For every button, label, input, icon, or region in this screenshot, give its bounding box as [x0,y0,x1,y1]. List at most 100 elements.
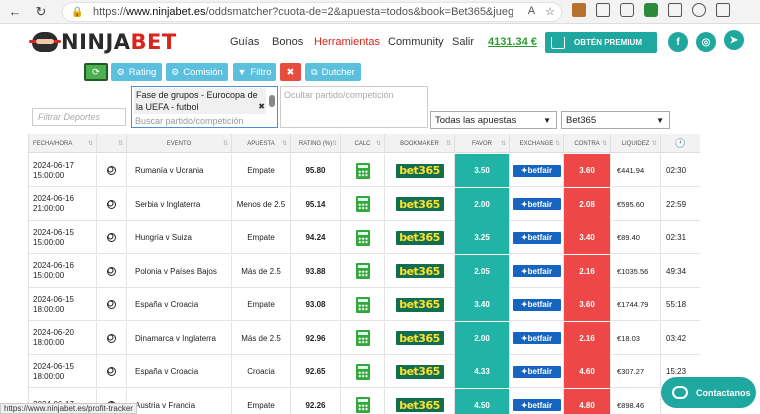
column-header-bookmaker[interactable]: Bookmaker ⇅ [385,134,455,153]
column-header-evento[interactable]: Evento ⇅ [127,134,232,153]
bet365-logo[interactable]: bet365 [395,163,444,178]
table-row[interactable]: 2024-06-20 18:00:00 Dinamarca v Inglater… [29,321,700,355]
menu-guias[interactable]: Guías [230,36,259,48]
betfair-logo[interactable]: ✦betfair [512,332,561,344]
table-row[interactable]: 2024-06-15 18:00:00 España v Croacia Cro… [29,355,700,388]
logo[interactable]: NINJABET [29,30,177,54]
cell-bookmaker: bet365 [385,355,455,388]
bet365-logo[interactable]: bet365 [395,264,444,278]
extensions-icon[interactable] [716,3,730,17]
betfair-logo[interactable]: ✦betfair [512,265,561,277]
bet365-logo[interactable]: bet365 [395,331,444,345]
cell-favor: 4.50 [455,388,510,414]
contact-button[interactable]: Contactanos [661,377,756,408]
table-row[interactable]: 2024-06-15 18:00:00 España v Croacia Emp… [29,288,700,321]
soccer-ball-icon [107,300,116,309]
instagram-icon[interactable]: ◎ [696,32,716,52]
cell-contra: 2.16 [564,321,611,355]
bet365-logo[interactable]: bet365 [395,297,444,312]
cell-apuesta: Croacia [232,355,291,388]
bet365-logo[interactable]: bet365 [395,364,444,379]
cell-exchange: ✦betfair [510,321,564,355]
table-row[interactable]: 2024-06-15 15:00:00 Hungría v Suiza Empa… [29,221,700,254]
hide-match-input[interactable]: Ocultar partido/competición [280,86,428,128]
calculator-icon[interactable] [355,196,370,212]
menu-herramientas[interactable]: Herramientas [314,36,380,48]
filtro-button[interactable]: ▼ Filtro [233,63,276,81]
back-icon[interactable]: ← [4,1,26,23]
column-header-exchange[interactable]: Exchange ⇅ [510,134,564,153]
scrollbar[interactable] [269,90,275,112]
cart-icon [551,36,565,49]
competition-multiselect[interactable]: Fase de grupos - Eurocopa de la UEFA - f… [131,86,278,128]
betfair-logo[interactable]: ✦betfair [512,365,561,378]
bet365-logo[interactable]: bet365 [395,197,444,211]
comision-button[interactable]: ⚙ Comisión [166,63,228,81]
close-icon: ✖ [286,66,295,78]
calculator-icon[interactable] [355,296,370,313]
bet365-logo[interactable]: bet365 [395,398,444,412]
bet365-logo[interactable]: bet365 [395,230,444,245]
column-header-calc[interactable]: Calc ⇅ [341,134,385,153]
betfair-logo[interactable]: ✦betfair [512,231,561,244]
menu-community[interactable]: Community [388,36,444,48]
tabs-icon[interactable] [668,3,682,17]
cell-tiempo: 02:30 [661,154,700,187]
betfair-logo[interactable]: ✦betfair [512,198,561,210]
cell-sport [97,187,127,221]
column-header-sport[interactable]: ⇅ [97,134,127,153]
clear-filters-button[interactable]: ✖ [280,63,301,81]
calculator-icon[interactable] [355,330,370,346]
premium-button[interactable]: OBTÉN PREMIUM [545,32,657,53]
column-header-liquidez[interactable]: Liquidez ⇅ [611,134,661,153]
column-header-contra[interactable]: Contra ⇅ [564,134,611,153]
competition-search-input[interactable]: Buscar partido/competición [135,116,244,126]
collections-icon[interactable] [620,3,634,17]
rating-button[interactable]: ⚙ Rating [111,63,162,81]
betfair-logo[interactable]: ✦betfair [512,164,561,177]
refresh-button[interactable]: ⟳ [84,63,108,81]
menu-salir[interactable]: Salir [452,36,474,48]
column-header-rating[interactable]: Rating (%) ⇅ [291,134,341,153]
column-header-favor[interactable]: Favor ⇅ [455,134,510,153]
table-row[interactable]: 2024-06-16 21:00:00 Serbia v Inglaterra … [29,187,700,221]
cell-tiempo: 22:59 [661,188,700,221]
remove-chip-icon[interactable]: ✖ [258,101,265,113]
extension-icon[interactable] [596,3,610,17]
cell-exchange: ✦betfair [510,254,564,288]
bet-type-select[interactable]: Todas las apuestas ▼ [430,111,557,129]
extension-icon[interactable] [644,3,658,17]
calculator-icon[interactable] [355,162,370,179]
telegram-icon[interactable]: ➤ [724,30,744,50]
calculator-icon[interactable] [355,363,370,380]
calculator-icon[interactable] [355,229,370,246]
menu-bonos[interactable]: Bonos [272,36,303,48]
cell-fecha: 2024-06-17 15:00:00 [29,154,97,187]
filter-sports-input[interactable]: Filtrar Deportes [32,108,126,126]
calculator-icon[interactable] [355,263,370,279]
favorites-icon[interactable] [692,3,706,17]
read-aloud-icon[interactable]: A [528,5,535,18]
refresh-icon: ⟳ [92,66,100,78]
cell-fecha: 2024-06-16 15:00:00 [29,254,97,288]
column-header-fecha[interactable]: Fecha/hora ⇅ [29,134,97,153]
column-header-apuesta[interactable]: Apuesta ⇅ [232,134,291,153]
calculator-icon[interactable] [355,397,370,413]
cell-liquidez: €89.40 [611,221,661,254]
table-row[interactable]: 2024-06-16 15:00:00 Polonia v Países Baj… [29,254,700,288]
sort-icon: ⇅ [331,141,337,147]
facebook-icon[interactable]: f [668,32,688,52]
betfair-logo[interactable]: ✦betfair [512,298,561,311]
refresh-icon[interactable]: ↻ [30,1,52,23]
betfair-logo[interactable]: ✦betfair [512,399,561,411]
chevron-down-icon: ▼ [543,116,551,125]
cell-contra: 4.60 [564,355,611,388]
favorite-star-icon[interactable]: ☆ [545,5,555,18]
balance-link[interactable]: 4131.34 € [488,36,537,48]
bookmaker-select[interactable]: Bet365 ▼ [561,111,670,129]
address-bar[interactable]: 🔒 https://www.ninjabet.es/oddsmatcher?cu… [62,2,562,22]
column-header-time[interactable]: 🕐 [661,134,700,153]
dutcher-button[interactable]: ⧉ Dutcher [305,63,361,81]
extension-icon[interactable] [572,3,586,17]
table-row[interactable]: 2024-06-17 15:00:00 Rumanía v Ucrania Em… [29,154,700,187]
